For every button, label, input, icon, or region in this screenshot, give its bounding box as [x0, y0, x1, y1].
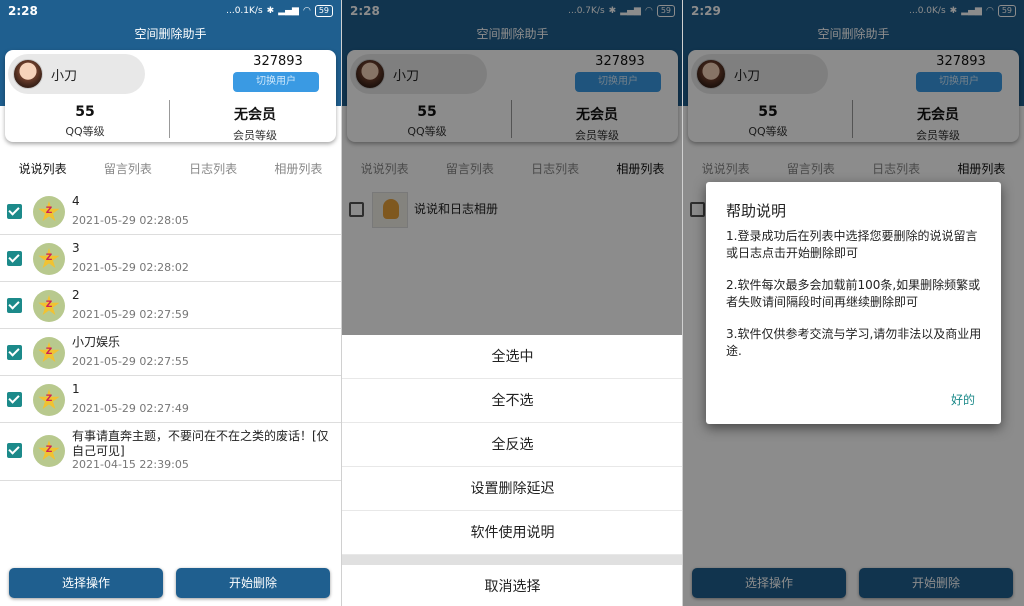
star-badge-icon [33, 196, 65, 228]
tab-messages[interactable]: 留言列表 [85, 160, 170, 177]
star-badge-icon [33, 290, 65, 322]
app-title: 空间删除助手 [0, 22, 341, 46]
post-title: 3 [72, 241, 80, 255]
checkbox-checked[interactable] [7, 443, 22, 458]
cancel-option[interactable]: 取消选择 [342, 565, 683, 606]
list-item[interactable]: 3 2021-05-29 02:28:02 [0, 235, 341, 282]
tab-shuoshuo[interactable]: 说说列表 [0, 160, 85, 177]
help-line-1: 1.登录成功后在列表中选择您要删除的说说留言或日志点击开始删除即可 [726, 229, 978, 260]
tab-bar: 说说列表 留言列表 日志列表 相册列表 [0, 160, 341, 177]
select-none-option[interactable]: 全不选 [342, 379, 683, 423]
user-pill[interactable]: 小刀 [8, 54, 145, 94]
tab-blogs[interactable]: 日志列表 [171, 160, 256, 177]
status-icons: ...0.1K/s ✱ ▂▄▆ ◠ 59 [226, 5, 333, 17]
member-stat: 无会员 会员等级 [175, 104, 335, 143]
checkbox-checked[interactable] [7, 251, 22, 266]
checkbox-checked[interactable] [7, 204, 22, 219]
status-bar: 2:28 ...0.1K/s ✱ ▂▄▆ ◠ 59 [0, 0, 341, 22]
user-card: 小刀 327893 切换用户 55 QQ等级 无会员 会员等级 [5, 50, 336, 142]
post-title: 4 [72, 194, 80, 208]
star-badge-icon [33, 435, 65, 467]
dialog-body: 1.登录成功后在列表中选择您要删除的说说留言或日志点击开始删除即可 2.软件每次… [726, 228, 986, 375]
dialog-title: 帮助说明 [726, 202, 787, 220]
select-all-option[interactable]: 全选中 [342, 335, 683, 379]
panel-post-list: 2:28 ...0.1K/s ✱ ▂▄▆ ◠ 59 空间删除助手 小刀 3278… [0, 0, 341, 606]
select-action-button[interactable]: 选择操作 [9, 568, 163, 598]
list-item[interactable]: 有事请直奔主题，不要问在不在之类的废话！[仅自己可见] 2021-04-15 2… [0, 423, 341, 481]
user-name: 小刀 [51, 68, 78, 84]
checkbox-checked[interactable] [7, 345, 22, 360]
post-list: 4 2021-05-29 02:28:05 3 2021-05-29 02:28… [0, 188, 341, 481]
tab-albums[interactable]: 相册列表 [256, 160, 341, 177]
panel-action-sheet: 2:28 ...0.7K/s ✱ ▂▄▆ ◠ 59 空间删除助手 小刀 3278… [342, 0, 683, 606]
wifi-icon: ◠ [302, 6, 311, 16]
switch-user-button[interactable]: 切换用户 [233, 72, 319, 92]
action-sheet: 全选中 全不选 全反选 设置删除延迟 软件使用说明 取消选择 [342, 335, 683, 606]
panel-help-dialog: 2:29 ...0.0K/s ✱ ▂▄▆ ◠ 59 空间删除助手 小刀 3278… [683, 0, 1024, 606]
post-date: 2021-05-29 02:28:02 [72, 261, 189, 274]
member-label: 会员等级 [233, 129, 277, 142]
battery-icon: 59 [314, 5, 333, 17]
post-date: 2021-05-29 02:27:49 [72, 402, 189, 415]
qq-number: 327893 [253, 54, 303, 69]
qq-level-value: 55 [75, 104, 95, 120]
post-date: 2021-05-29 02:27:55 [72, 355, 189, 368]
list-item[interactable]: 4 2021-05-29 02:28:05 [0, 188, 341, 235]
member-value: 无会员 [234, 107, 276, 123]
invert-selection-option[interactable]: 全反选 [342, 423, 683, 467]
star-badge-icon [33, 243, 65, 275]
post-title: 小刀娱乐 [72, 335, 121, 349]
start-delete-button[interactable]: 开始删除 [176, 568, 330, 598]
post-title: 1 [72, 382, 80, 396]
star-badge-icon [33, 337, 65, 369]
usage-help-option[interactable]: 软件使用说明 [342, 511, 683, 555]
qq-level-stat: 55 QQ等级 [5, 104, 165, 139]
network-speed: ...0.1K/s [226, 6, 263, 16]
help-line-2: 2.软件每次最多会加载前100条,如果删除频繁或者失败请间隔段时间再继续删除即可 [726, 278, 981, 309]
post-date: 2021-04-15 22:39:05 [72, 458, 189, 471]
checkbox-checked[interactable] [7, 298, 22, 313]
post-date: 2021-05-29 02:27:59 [72, 308, 189, 321]
signal-icon: ▂▄▆ [278, 6, 299, 16]
post-title: 2 [72, 288, 80, 302]
list-item[interactable]: 1 2021-05-29 02:27:49 [0, 376, 341, 423]
set-delete-delay-option[interactable]: 设置删除延迟 [342, 467, 683, 511]
list-item[interactable]: 2 2021-05-29 02:27:59 [0, 282, 341, 329]
bluetooth-icon: ✱ [266, 6, 275, 16]
ok-button[interactable]: 好的 [951, 391, 975, 408]
list-item[interactable]: 小刀娱乐 2021-05-29 02:27:55 [0, 329, 341, 376]
stat-divider [169, 100, 170, 138]
status-time: 2:28 [8, 4, 38, 18]
post-date: 2021-05-29 02:28:05 [72, 214, 189, 227]
star-badge-icon [33, 384, 65, 416]
sheet-gap [342, 555, 683, 565]
checkbox-checked[interactable] [7, 392, 22, 407]
post-title: 有事请直奔主题，不要问在不在之类的废话！[仅自己可见] [72, 429, 329, 458]
qq-level-label: QQ等级 [65, 125, 105, 138]
help-dialog: 帮助说明 1.登录成功后在列表中选择您要删除的说说留言或日志点击开始删除即可 2… [706, 182, 1001, 424]
help-line-3: 3.软件仅供参考交流与学习,请勿非法以及商业用途. [726, 327, 982, 358]
avatar [13, 59, 43, 89]
